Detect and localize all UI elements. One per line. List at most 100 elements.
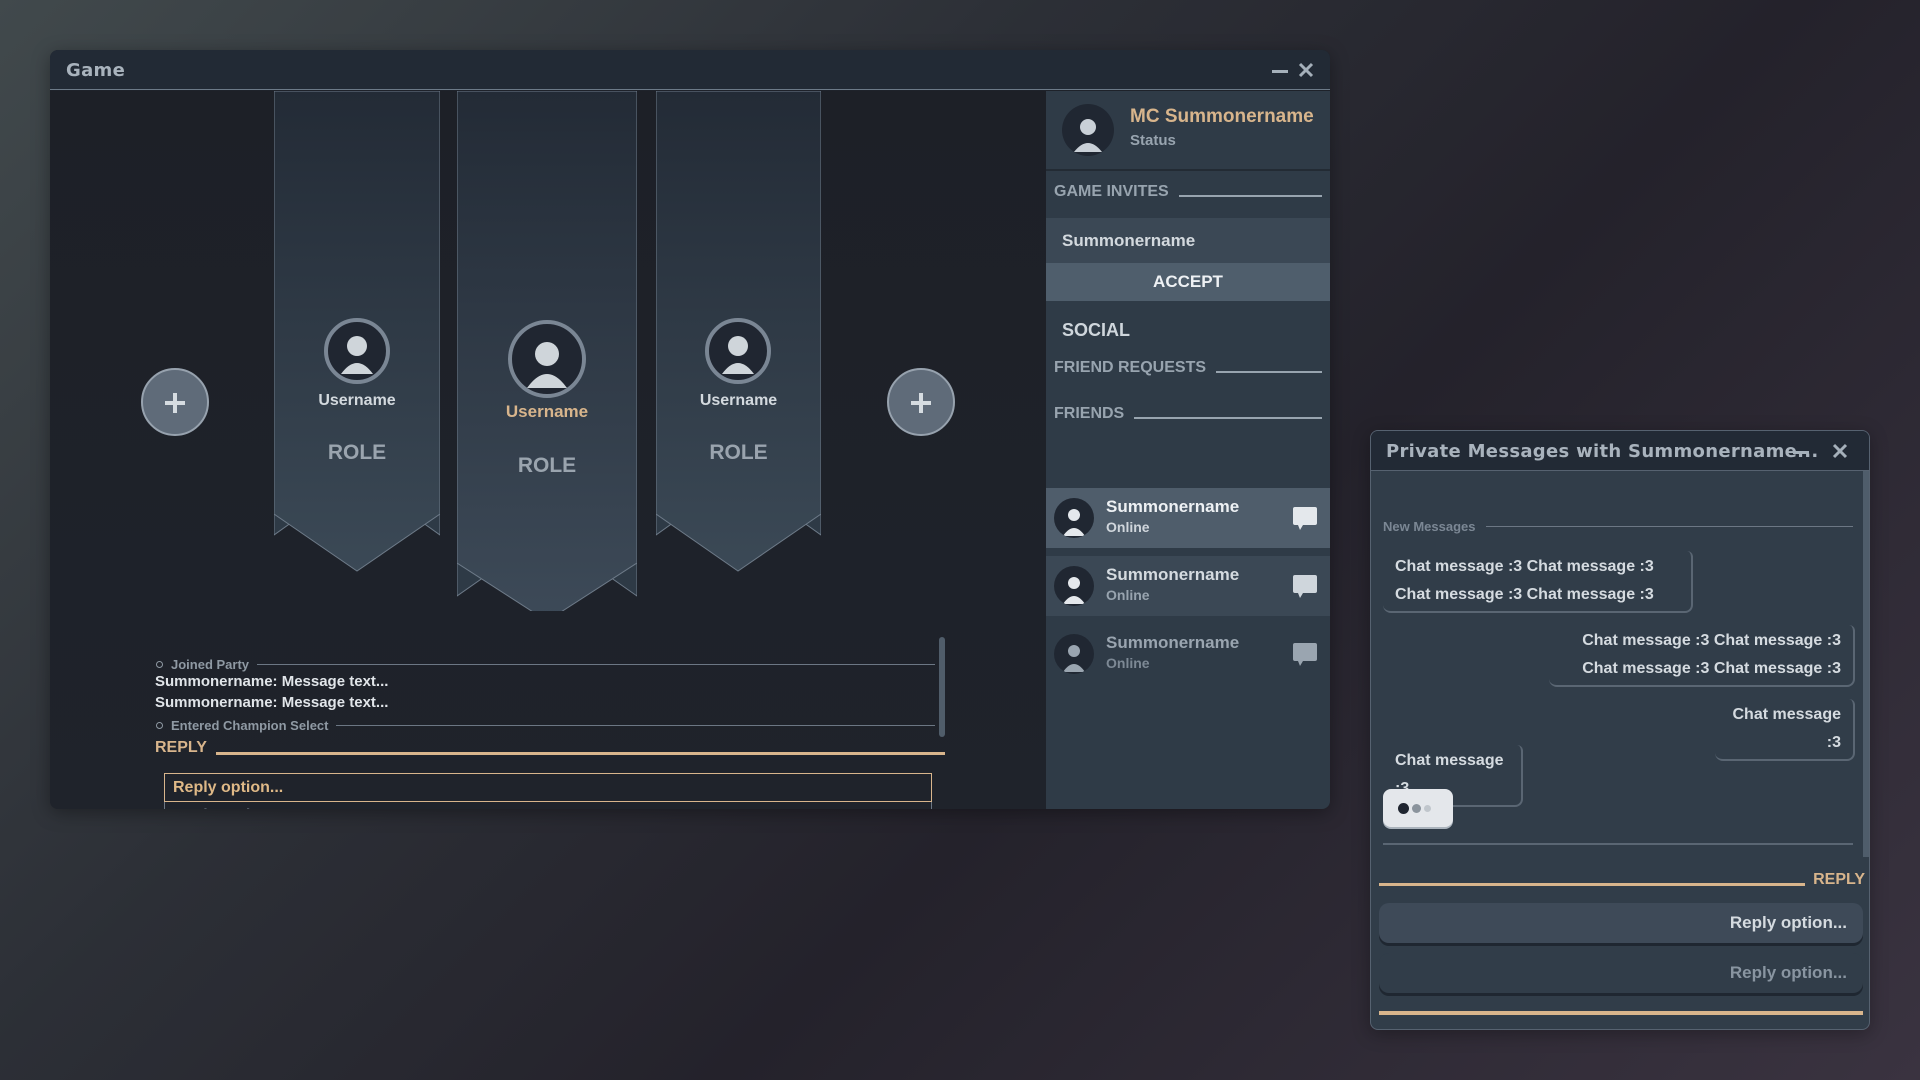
profile-avatar — [1062, 104, 1114, 156]
divider — [1216, 371, 1322, 373]
chat-scrollbar[interactable] — [939, 637, 945, 737]
friend-avatar — [1054, 566, 1094, 606]
game-window: Game Username ROLE Username ROLE Usernam… — [50, 50, 1330, 809]
reply-option[interactable]: Reply option... — [164, 773, 932, 802]
pm-titlebar[interactable]: Private Messages with Summonername... — [1371, 431, 1869, 471]
game-invite-item: Summonername — [1046, 218, 1330, 263]
friends-header[interactable]: FRIENDS — [1054, 405, 1322, 423]
divider — [257, 663, 935, 665]
member-username: Username — [318, 392, 396, 409]
chat-bubble-icon[interactable] — [1292, 505, 1318, 531]
friend-list-item[interactable]: Summonername Online — [1046, 624, 1330, 684]
party-member-banner[interactable]: Username ROLE — [656, 91, 821, 581]
pm-window-title: Private Messages with Summonername... — [1386, 441, 1819, 462]
party-lobby: Username ROLE Username ROLE Username ROL… — [50, 91, 1046, 809]
divider — [1178, 195, 1322, 197]
pm-reply-option[interactable]: Reply option... — [1379, 953, 1863, 993]
member-avatar — [324, 318, 390, 384]
member-avatar — [508, 320, 586, 398]
divider — [1134, 417, 1322, 419]
system-message-text: Entered Champion Select — [171, 717, 329, 733]
profile-name: MC Summonername — [1130, 106, 1314, 127]
member-avatar — [705, 318, 771, 384]
system-message: Joined Party — [155, 656, 935, 672]
close-icon — [1298, 62, 1314, 78]
social-label: SOCIAL — [1062, 320, 1131, 340]
chat-message: Summonername: Message text... — [155, 673, 389, 690]
friend-name: Summonername — [1106, 633, 1240, 652]
close-button[interactable] — [1826, 437, 1854, 465]
game-invites-header: GAME INVITES — [1054, 183, 1322, 201]
game-titlebar[interactable]: Game — [50, 50, 1330, 90]
profile-status: Status — [1130, 132, 1176, 149]
friend-name: Summonername — [1106, 497, 1240, 516]
invite-slot-left[interactable] — [141, 368, 209, 436]
new-messages-label: New Messages — [1383, 519, 1476, 534]
close-button[interactable] — [1292, 56, 1320, 84]
friend-status: Online — [1106, 587, 1150, 603]
reply-divider — [1379, 883, 1806, 886]
private-messages-window: Private Messages with Summonername... Ne… — [1370, 430, 1870, 1030]
social-sidebar: MC Summonername Status GAME INVITES Summ… — [1046, 91, 1330, 809]
outgoing-message: Chat message :3 Chat message :3 Chat mes… — [1549, 625, 1855, 687]
invite-slot-right[interactable] — [887, 368, 955, 436]
divider — [1485, 526, 1853, 527]
member-role: ROLE — [517, 454, 577, 477]
section-label: FRIEND REQUESTS — [1054, 359, 1207, 376]
close-icon — [1832, 443, 1848, 459]
user-icon — [1074, 119, 1102, 152]
party-member-banner[interactable]: Username ROLE — [274, 91, 440, 581]
reply-label: REPLY — [155, 739, 207, 756]
reply-label: REPLY — [1813, 871, 1865, 888]
chat-message: Summonername: Message text... — [155, 694, 389, 711]
user-icon — [1063, 645, 1085, 672]
chat-bubble-icon[interactable] — [1292, 641, 1318, 667]
section-label: GAME INVITES — [1054, 183, 1169, 200]
typing-dot — [1424, 805, 1431, 812]
divider — [1383, 843, 1853, 845]
friend-status: Online — [1106, 655, 1150, 671]
bullet-icon — [156, 660, 163, 668]
pm-scrollbar[interactable] — [1863, 471, 1869, 857]
friend-requests-header[interactable]: FRIEND REQUESTS — [1054, 359, 1322, 377]
party-member-banner-self[interactable]: Username ROLE — [457, 91, 637, 611]
typing-indicator — [1383, 789, 1453, 827]
pm-reply-input-bar[interactable] — [1379, 1011, 1863, 1015]
user-icon — [1063, 509, 1085, 536]
member-role: ROLE — [709, 441, 768, 464]
user-icon — [341, 336, 373, 374]
member-username-self: Username — [505, 402, 589, 421]
divider — [336, 724, 935, 726]
friend-avatar — [1054, 498, 1094, 538]
friend-status: Online — [1106, 519, 1150, 535]
outgoing-message: Chat message :3 — [1715, 699, 1855, 761]
reply-option[interactable]: Reply option... — [164, 802, 932, 809]
incoming-message: Chat message :3 Chat message :3 Chat mes… — [1383, 551, 1693, 613]
typing-dot — [1398, 803, 1409, 814]
profile-header[interactable]: MC Summonername Status — [1046, 91, 1330, 171]
pm-reply-header: REPLY — [1379, 871, 1865, 889]
section-label: FRIENDS — [1054, 405, 1125, 422]
system-message: Entered Champion Select — [155, 717, 935, 733]
accept-invite-button[interactable]: ACCEPT — [1046, 263, 1330, 301]
new-messages-divider: New Messages — [1383, 519, 1853, 534]
friend-avatar — [1054, 634, 1094, 674]
user-icon — [527, 342, 567, 388]
reply-divider — [215, 752, 945, 755]
member-role: ROLE — [327, 441, 387, 464]
window-title: Game — [66, 60, 126, 81]
friend-name: Summonername — [1106, 565, 1240, 584]
typing-dot — [1412, 804, 1421, 813]
reply-header: REPLY — [155, 739, 945, 757]
bullet-icon — [156, 721, 163, 729]
user-icon — [1063, 577, 1085, 604]
user-icon — [722, 336, 754, 374]
chat-bubble-icon[interactable] — [1292, 573, 1318, 599]
system-message-text: Joined Party — [171, 656, 250, 672]
friend-list-item[interactable]: Summonername Online — [1046, 556, 1330, 616]
minimize-button[interactable] — [1787, 437, 1815, 465]
minimize-button[interactable] — [1266, 56, 1294, 84]
member-username: Username — [699, 392, 778, 409]
friend-list-item[interactable]: Summonername Online — [1046, 488, 1330, 548]
pm-reply-option[interactable]: Reply option... — [1379, 903, 1863, 943]
